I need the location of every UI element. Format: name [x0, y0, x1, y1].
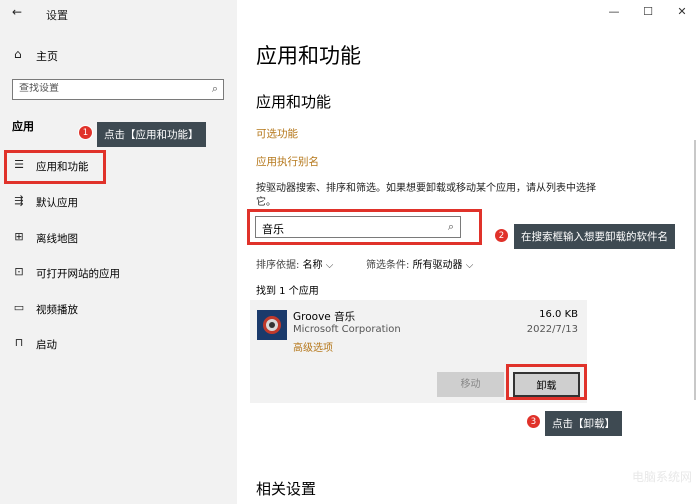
sidebar-item-default-apps[interactable]: ⇶ 默认应用: [0, 185, 237, 219]
sidebar-item-home[interactable]: ⌂ 主页: [0, 44, 237, 68]
filter-dropdown[interactable]: 筛选条件: 所有驱动器 ⌵: [366, 256, 473, 271]
sidebar-item-startup[interactable]: ⊓ 启动: [0, 327, 237, 361]
settings-search-box[interactable]: ⌕: [12, 79, 224, 100]
app-install-date: 2022/7/13: [526, 324, 578, 335]
callout-step-3: 点击【卸载】: [545, 411, 622, 436]
chevron-down-icon: ⌵: [325, 260, 334, 271]
sidebar-item-label: 离线地图: [36, 233, 78, 245]
main-panel: — ☐ ✕ 应用和功能 应用和功能 可选功能 应用执行别名 按驱动器搜索、排序和…: [237, 0, 700, 504]
sort-dropdown[interactable]: 排序依据: 名称 ⌵: [256, 256, 333, 271]
highlight-search-box: [247, 209, 482, 245]
close-icon[interactable]: ✕: [672, 5, 692, 18]
maximize-icon[interactable]: ☐: [638, 5, 658, 18]
callout-step-2: 在搜索框输入想要卸载的软件名: [514, 224, 675, 249]
sort-value: 名称: [302, 260, 323, 271]
scrollbar[interactable]: [694, 140, 696, 400]
highlight-apps-features: [4, 150, 106, 184]
sidebar-item-offline-maps[interactable]: ⊞ 离线地图: [0, 221, 237, 255]
filter-label: 筛选条件:: [366, 260, 410, 271]
sidebar-item-label: 启动: [36, 339, 57, 351]
advanced-options-link[interactable]: 高级选项: [293, 339, 333, 354]
callout-step-1: 点击【应用和功能】: [97, 122, 206, 147]
highlight-uninstall-button: [506, 364, 587, 400]
sidebar: ← 设置 ⌂ 主页 ⌕ 应用 ☰ 应用和功能 ⇶ 默认应用 ⊞ 离线地图 ⊡ 可…: [0, 0, 237, 504]
sidebar-item-label: 主页: [36, 50, 58, 63]
step-badge-1: 1: [78, 125, 93, 140]
app-aliases-link[interactable]: 应用执行别名: [256, 154, 319, 169]
home-icon: ⌂: [14, 47, 22, 61]
map-icon: ⊞: [14, 230, 24, 243]
app-name: Groove 音乐: [293, 311, 356, 323]
startup-icon: ⊓: [14, 336, 24, 349]
section-label: 应用: [12, 120, 34, 133]
step-badge-2: 2: [494, 228, 509, 243]
related-settings-heading: 相关设置: [256, 480, 317, 498]
watermark: 电脑系统网: [631, 470, 692, 484]
sidebar-item-label: 视频播放: [36, 304, 78, 316]
minimize-icon[interactable]: —: [604, 5, 624, 18]
title-bar: ← 设置: [0, 0, 237, 26]
optional-features-link[interactable]: 可选功能: [256, 126, 298, 141]
sidebar-item-label: 默认应用: [36, 197, 78, 209]
settings-search-input[interactable]: [19, 83, 199, 94]
groove-music-icon: [257, 310, 287, 340]
move-button[interactable]: 移动: [437, 372, 504, 397]
chevron-down-icon: ⌵: [465, 260, 474, 271]
website-app-icon: ⊡: [14, 265, 24, 278]
section-heading: 应用和功能: [256, 93, 332, 111]
step-badge-3: 3: [526, 414, 541, 429]
results-count: 找到 1 个应用: [256, 286, 319, 297]
page-title: 应用和功能: [256, 44, 361, 68]
sidebar-item-label: 可打开网站的应用: [36, 268, 120, 280]
sidebar-item-video-playback[interactable]: ▭ 视频播放: [0, 292, 237, 326]
app-title: 设置: [46, 9, 68, 22]
app-publisher: Microsoft Corporation: [293, 324, 401, 335]
default-apps-icon: ⇶: [14, 194, 24, 207]
sort-label: 排序依据:: [256, 260, 300, 271]
back-arrow-icon[interactable]: ←: [12, 5, 22, 19]
sidebar-item-apps-for-websites[interactable]: ⊡ 可打开网站的应用: [0, 256, 237, 290]
filter-value: 所有驱动器: [412, 260, 463, 271]
app-size: 16.0 KB: [539, 309, 578, 320]
search-icon[interactable]: ⌕: [212, 82, 218, 96]
video-icon: ▭: [13, 301, 25, 314]
description-text: 按驱动器搜索、排序和筛选。如果想要卸载或移动某个应用，请从列表中选择它。: [256, 183, 596, 208]
